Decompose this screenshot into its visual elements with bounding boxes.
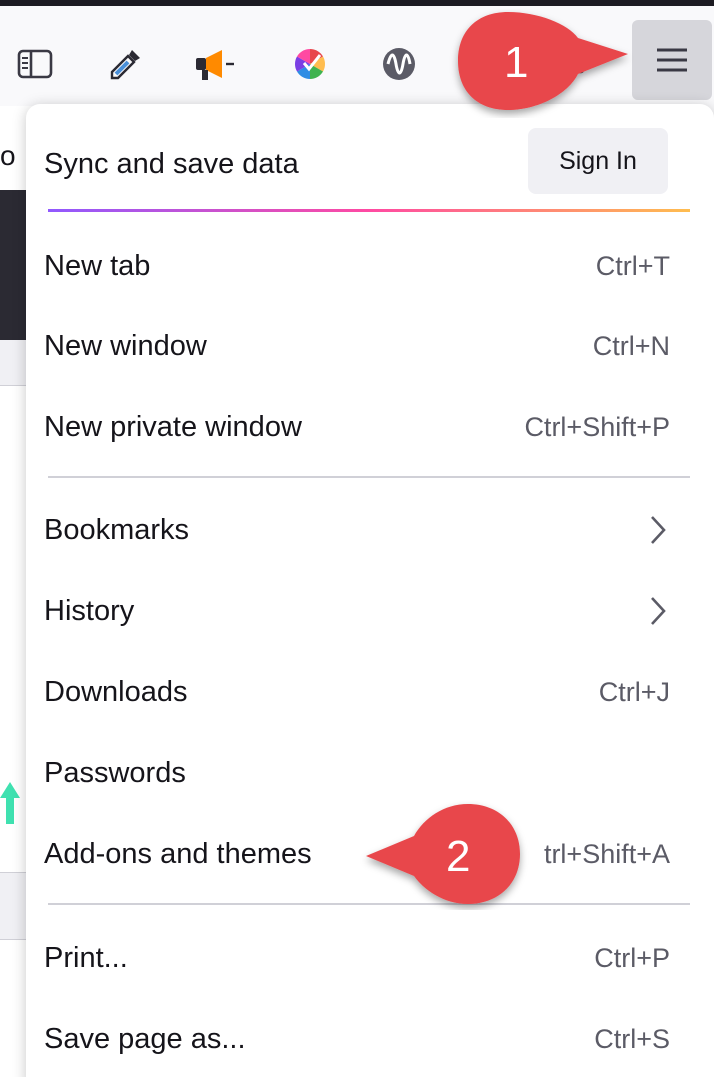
menu-item-print[interactable]: Print... Ctrl+P xyxy=(44,928,670,988)
menu-item-new-window[interactable]: New window Ctrl+N xyxy=(44,316,670,376)
open-application-menu-button[interactable] xyxy=(632,20,712,100)
menu-item-downloads[interactable]: Downloads Ctrl+J xyxy=(44,662,670,722)
menu-item-add-ons-and-themes[interactable]: Add-ons and themes trl+Shift+A xyxy=(44,824,670,884)
sync-label: Sync and save data xyxy=(44,147,299,180)
menu-item-new-private-window[interactable]: New private window Ctrl+Shift+P xyxy=(44,397,670,457)
menu-item-label: History xyxy=(44,594,135,627)
hamburger-icon xyxy=(657,48,687,72)
menu-item-label: New private window xyxy=(44,410,302,443)
callout-2: 2 xyxy=(360,800,530,910)
menu-item-save-page-as[interactable]: Save page as... Ctrl+S xyxy=(44,1009,670,1069)
menu-item-shortcut: Ctrl+P xyxy=(594,942,670,973)
sign-in-button[interactable]: Sign In xyxy=(528,128,668,194)
menu-separator xyxy=(48,476,690,478)
menu-item-bookmarks[interactable]: Bookmarks xyxy=(44,500,670,560)
menu-item-label: Save page as... xyxy=(44,1022,246,1055)
menu-item-label: Bookmarks xyxy=(44,513,190,546)
menu-item-passwords[interactable]: Passwords xyxy=(44,743,670,803)
callout-1: 1 xyxy=(448,8,638,118)
callout-1-number: 1 xyxy=(504,38,529,87)
megaphone-icon[interactable] xyxy=(194,42,238,86)
color-wheel-icon[interactable] xyxy=(288,42,332,86)
wave-icon[interactable] xyxy=(377,42,421,86)
menu-item-shortcut: trl+Shift+A xyxy=(543,838,670,869)
eyedropper-icon[interactable] xyxy=(104,42,148,86)
menu-item-label: Print... xyxy=(44,941,128,974)
menu-item-shortcut: Ctrl+Shift+P xyxy=(524,411,670,442)
menu-item-shortcut: Ctrl+N xyxy=(592,330,670,361)
menu-item-shortcut: Ctrl+T xyxy=(595,250,670,281)
page-partial-text: o xyxy=(0,140,16,171)
sync-row[interactable]: Sync and save data xyxy=(44,134,494,194)
menu-item-label: New tab xyxy=(44,249,151,282)
menu-item-new-tab[interactable]: New tab Ctrl+T xyxy=(44,236,670,296)
menu-item-label: Downloads xyxy=(44,675,188,708)
browser-window: o Sync and save data Sign In New tab Ctr… xyxy=(0,0,714,1077)
callout-2-number: 2 xyxy=(446,832,471,881)
menu-item-label: Add-ons and themes xyxy=(44,837,312,870)
chevron-right-icon xyxy=(646,513,670,547)
menu-item-shortcut: Ctrl+J xyxy=(598,676,670,707)
menu-item-label: New window xyxy=(44,329,207,362)
green-arrow-icon xyxy=(0,782,20,824)
menu-item-shortcut: Ctrl+S xyxy=(594,1023,670,1054)
menu-item-history[interactable]: History xyxy=(44,581,670,641)
menu-item-label: Passwords xyxy=(44,756,186,789)
chevron-right-icon xyxy=(646,594,670,628)
sidebar-icon[interactable] xyxy=(13,42,57,86)
sync-separator xyxy=(48,209,690,212)
